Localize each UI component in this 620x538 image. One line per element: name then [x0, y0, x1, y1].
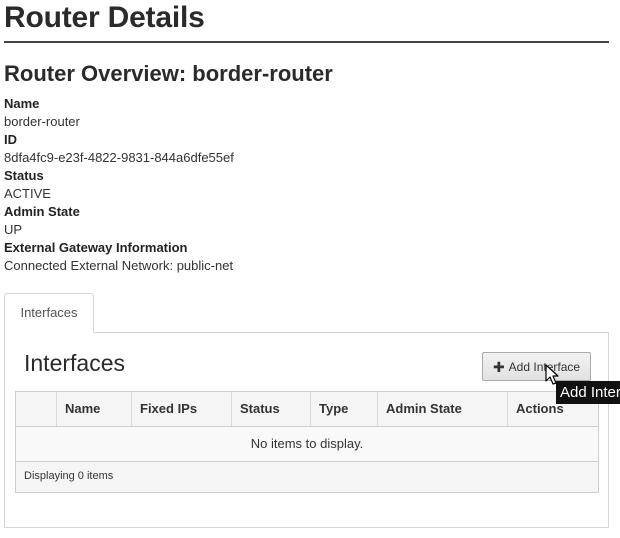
interfaces-table: Name Fixed IPs Status Type Admin State A… [15, 391, 599, 493]
field-value-id: 8dfa4fc9-e23f-4822-9831-844a6dfe55ef [4, 150, 234, 165]
field-value-external-gateway: Connected External Network: public-net [4, 258, 234, 273]
add-interface-button[interactable]: ✚ Add Interface [482, 352, 591, 381]
interfaces-panel: Interfaces ✚ Add Interface Name Fixed IP… [4, 332, 609, 528]
column-header-name[interactable]: Name [57, 392, 132, 426]
field-label-admin-state: Admin State [4, 204, 80, 219]
field-label-name: Name [4, 96, 40, 111]
empty-table-message: No items to display. [16, 427, 598, 462]
column-header-fixed-ips[interactable]: Fixed IPs [132, 392, 232, 426]
page-title: Router Details [4, 1, 205, 34]
field-value-name: border-router [4, 114, 80, 129]
column-header-select[interactable] [16, 392, 57, 426]
add-interface-tooltip: Add Interface [556, 381, 620, 404]
tab-interfaces[interactable]: Interfaces [4, 293, 94, 333]
plus-icon: ✚ [492, 358, 505, 375]
mouse-cursor-icon [545, 364, 559, 385]
field-label-external-gateway: External Gateway Information [4, 240, 188, 255]
interfaces-section-title: Interfaces [24, 350, 125, 376]
column-header-status[interactable]: Status [232, 392, 311, 426]
router-details-list: Name border-router ID 8dfa4fc9-e23f-4822… [4, 95, 604, 275]
field-label-id: ID [4, 132, 17, 147]
field-label-status: Status [4, 168, 44, 183]
table-header: Name Fixed IPs Status Type Admin State A… [16, 392, 598, 427]
table-footer-count: Displaying 0 items [16, 462, 598, 492]
column-header-type[interactable]: Type [311, 392, 378, 426]
column-header-admin-state[interactable]: Admin State [378, 392, 508, 426]
router-overview-title: Router Overview: border-router [4, 61, 333, 86]
field-value-status: ACTIVE [4, 186, 51, 201]
tab-strip: Interfaces [4, 293, 609, 333]
title-divider [4, 41, 609, 43]
field-value-admin-state: UP [4, 222, 23, 237]
